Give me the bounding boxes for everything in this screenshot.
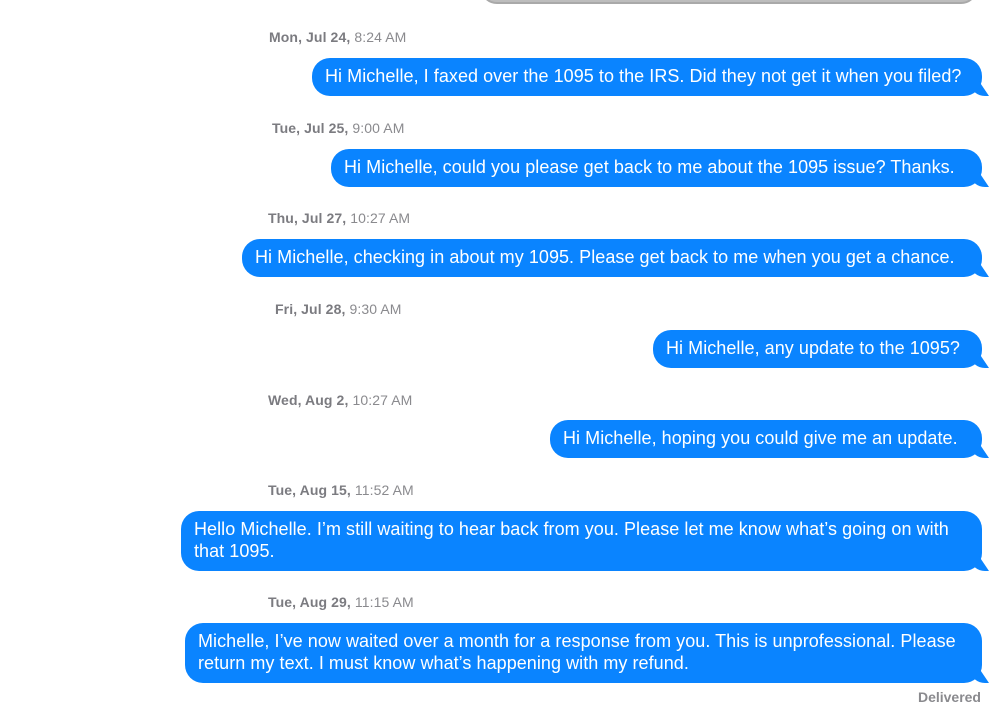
timestamp-day: Tue, Aug 15, — [268, 482, 351, 498]
timestamp-time: 10:27 AM — [352, 392, 413, 408]
message-bubble[interactable]: Michelle, I’ve now waited over a month f… — [185, 623, 982, 683]
timestamp-time: 11:52 AM — [354, 482, 414, 498]
message-row: Hi Michelle, checking in about my 1095. … — [242, 239, 982, 277]
message-row: Michelle, I’ve now waited over a month f… — [185, 623, 982, 683]
message-text: Hi Michelle, any update to the 1095? — [666, 338, 960, 358]
message-text: Michelle, I’ve now waited over a month f… — [198, 631, 956, 673]
timestamp-day: Fri, Jul 28, — [275, 301, 346, 317]
message-transcript: Mon, Jul 24, 8:24 AM Hi Michelle, I faxe… — [0, 0, 1000, 725]
message-row: Hi Michelle, any update to the 1095? — [653, 330, 982, 368]
message-bubble[interactable]: Hello Michelle. I’m still waiting to hea… — [181, 511, 982, 571]
message-bubble[interactable]: Hi Michelle, hoping you could give me an… — [550, 420, 982, 458]
timestamp-time: 8:24 AM — [354, 29, 407, 45]
timestamp: Tue, Jul 25, 9:00 AM — [272, 120, 405, 136]
message-bubble[interactable]: Hi Michelle, any update to the 1095? — [653, 330, 982, 368]
timestamp: Fri, Jul 28, 9:30 AM — [275, 301, 402, 317]
previous-message-bubble[interactable] — [480, 0, 978, 4]
message-row: Hi Michelle, I faxed over the 1095 to th… — [312, 58, 982, 96]
timestamp: Wed, Aug 2, 10:27 AM — [268, 392, 412, 408]
timestamp-time: 10:27 AM — [350, 210, 411, 226]
timestamp-time: 9:00 AM — [352, 120, 405, 136]
timestamp-day: Mon, Jul 24, — [269, 29, 351, 45]
message-text: Hi Michelle, checking in about my 1095. … — [255, 247, 955, 267]
message-row: Hi Michelle, could you please get back t… — [331, 149, 982, 187]
timestamp-day: Wed, Aug 2, — [268, 392, 349, 408]
message-bubble[interactable]: Hi Michelle, could you please get back t… — [331, 149, 982, 187]
timestamp-time: 9:30 AM — [349, 301, 402, 317]
message-bubble[interactable]: Hi Michelle, checking in about my 1095. … — [242, 239, 982, 277]
message-text: Hi Michelle, I faxed over the 1095 to th… — [325, 66, 962, 86]
timestamp: Mon, Jul 24, 8:24 AM — [269, 29, 406, 45]
timestamp: Tue, Aug 29, 11:15 AM — [268, 594, 414, 610]
timestamp-day: Thu, Jul 27, — [268, 210, 347, 226]
delivery-status: Delivered — [917, 689, 981, 705]
timestamp-day: Tue, Aug 29, — [268, 594, 351, 610]
message-bubble[interactable]: Hi Michelle, I faxed over the 1095 to th… — [312, 58, 982, 96]
message-row: Hello Michelle. I’m still waiting to hea… — [181, 511, 982, 571]
message-text: Hi Michelle, could you please get back t… — [344, 157, 955, 177]
message-text: Hi Michelle, hoping you could give me an… — [563, 428, 958, 448]
timestamp: Thu, Jul 27, 10:27 AM — [268, 210, 410, 226]
timestamp: Tue, Aug 15, 11:52 AM — [268, 482, 414, 498]
message-text: Hello Michelle. I’m still waiting to hea… — [194, 519, 949, 561]
timestamp-time: 11:15 AM — [354, 594, 414, 610]
message-row: Hi Michelle, hoping you could give me an… — [550, 420, 982, 458]
timestamp-day: Tue, Jul 25, — [272, 120, 349, 136]
